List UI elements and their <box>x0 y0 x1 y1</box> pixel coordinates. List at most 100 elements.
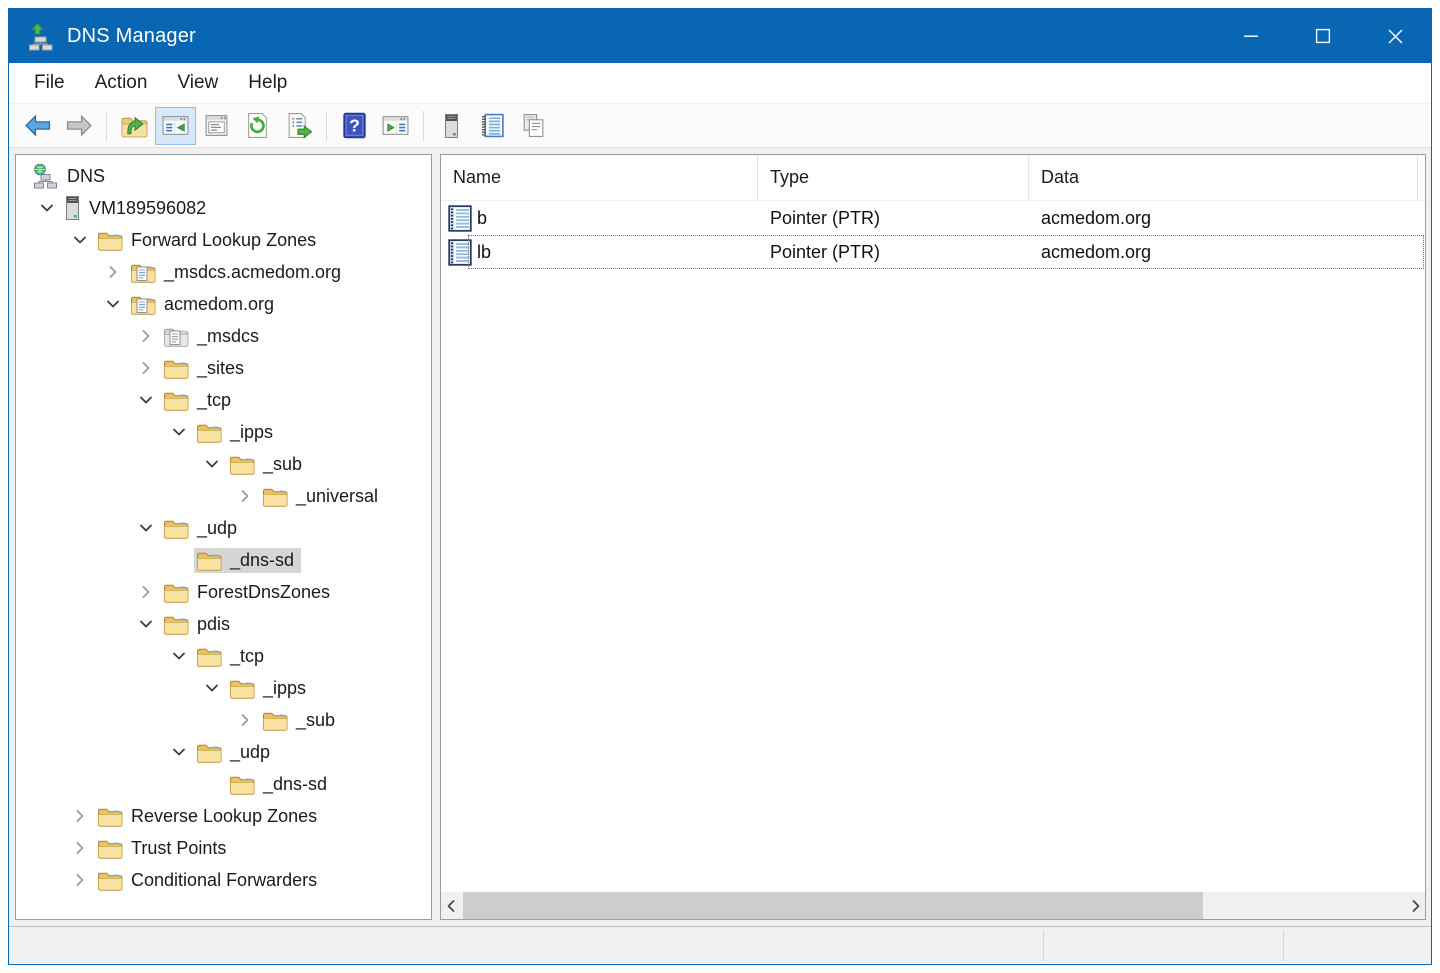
tree-item--dns-sd[interactable]: _dns-sd <box>16 544 431 576</box>
horizontal-scrollbar[interactable] <box>441 892 1425 919</box>
tree-node[interactable]: Conditional Forwarders <box>95 868 324 893</box>
tree-node[interactable]: _msdcs <box>161 324 266 349</box>
record-row-lb[interactable]: lbPointer (PTR)acmedom.org <box>441 235 1425 269</box>
chevron-down-icon[interactable] <box>164 742 194 762</box>
chevron-right-icon[interactable] <box>65 870 95 890</box>
chevron-down-icon[interactable] <box>131 518 161 538</box>
tree-node[interactable]: _ipps <box>194 420 280 445</box>
forward-arrow-button[interactable] <box>58 107 99 145</box>
tree-node[interactable]: DNS <box>30 161 112 192</box>
chevron-down-icon[interactable] <box>164 422 194 442</box>
tree-node[interactable]: _udp <box>161 516 244 541</box>
records-list-pane: Name TypeData bPointer (PTR)acmedom.org l… <box>440 154 1426 920</box>
chevron-right-icon[interactable] <box>131 358 161 378</box>
tree-item--sub[interactable]: _sub <box>16 448 431 480</box>
close-button[interactable] <box>1359 9 1431 63</box>
tree-item--msdcs-acmedom-org[interactable]: _msdcs.acmedom.org <box>16 256 431 288</box>
tree-node-selected[interactable]: _dns-sd <box>194 548 301 573</box>
chevron-down-icon[interactable] <box>65 230 95 250</box>
maximize-button[interactable] <box>1287 9 1359 63</box>
chevron-right-icon[interactable] <box>65 806 95 826</box>
tree-node[interactable]: Forward Lookup Zones <box>95 228 323 253</box>
tree-item--ipps[interactable]: _ipps <box>16 416 431 448</box>
tree-node[interactable]: _tcp <box>194 644 271 669</box>
tree-node[interactable]: Reverse Lookup Zones <box>95 804 324 829</box>
scroll-right-arrow-icon[interactable] <box>1406 892 1425 919</box>
tree-item-vm189596082[interactable]: VM189596082 <box>16 192 431 224</box>
tree-item--sub[interactable]: _sub <box>16 704 431 736</box>
record-data: acmedom.org <box>1041 208 1151 229</box>
menu-file[interactable]: File <box>19 63 80 103</box>
up-one-level-button[interactable] <box>114 107 155 145</box>
chevron-down-icon[interactable] <box>131 390 161 410</box>
tree-node[interactable]: acmedom.org <box>128 292 281 317</box>
tree-node[interactable]: _ipps <box>227 676 313 701</box>
export-list-button[interactable] <box>278 107 319 145</box>
tree-item--udp[interactable]: _udp <box>16 512 431 544</box>
record-row-b[interactable]: bPointer (PTR)acmedom.org <box>441 201 1425 235</box>
column-header-data[interactable]: Data <box>1029 155 1418 200</box>
tree-item--tcp[interactable]: _tcp <box>16 640 431 672</box>
tree-node[interactable]: _sub <box>260 708 342 733</box>
scrollbar-thumb[interactable] <box>463 892 1203 919</box>
scroll-left-arrow-icon[interactable] <box>441 892 460 919</box>
tree-item--dns-sd[interactable]: _dns-sd <box>16 768 431 800</box>
tree-item-label: _msdcs <box>197 326 259 347</box>
menu-view[interactable]: View <box>162 63 233 103</box>
chevron-right-icon[interactable] <box>131 326 161 346</box>
tree-node[interactable]: VM189596082 <box>62 193 213 223</box>
tree-node[interactable]: Trust Points <box>95 836 233 861</box>
properties-button[interactable] <box>196 107 237 145</box>
tree-item-forward-lookup-zones[interactable]: Forward Lookup Zones <box>16 224 431 256</box>
show-hide-console-tree-button[interactable] <box>155 107 196 145</box>
chevron-down-icon[interactable] <box>98 294 128 314</box>
record-name: lb <box>477 242 491 263</box>
show-hide-action-pane-button[interactable] <box>375 107 416 145</box>
tree-item--sites[interactable]: _sites <box>16 352 431 384</box>
minimize-button[interactable] <box>1215 9 1287 63</box>
tree-node[interactable]: _universal <box>260 484 385 509</box>
column-header-name[interactable]: Name <box>441 155 758 200</box>
tree-item--tcp[interactable]: _tcp <box>16 384 431 416</box>
svg-text:?: ? <box>349 116 360 136</box>
tree-node[interactable]: _msdcs.acmedom.org <box>128 260 348 285</box>
tree-item-conditional-forwarders[interactable]: Conditional Forwarders <box>16 864 431 896</box>
back-arrow-button[interactable] <box>17 107 58 145</box>
tree-node[interactable]: ForestDnsZones <box>161 580 337 605</box>
column-header-type[interactable]: Type <box>758 155 1029 200</box>
chevron-down-icon[interactable] <box>197 454 227 474</box>
tree-item-forestdnszones[interactable]: ForestDnsZones <box>16 576 431 608</box>
copy-pages-button[interactable] <box>513 107 554 145</box>
tree-node[interactable]: _dns-sd <box>227 772 334 797</box>
tree-item-acmedom-org[interactable]: acmedom.org <box>16 288 431 320</box>
tree-node[interactable]: _sites <box>161 356 251 381</box>
chevron-right-icon[interactable] <box>131 582 161 602</box>
chevron-down-icon[interactable] <box>131 614 161 634</box>
chevron-down-icon[interactable] <box>197 678 227 698</box>
tree-item-dns[interactable]: DNS <box>16 160 431 192</box>
tree-item--msdcs[interactable]: _msdcs <box>16 320 431 352</box>
tree-node[interactable]: _tcp <box>161 388 238 413</box>
tree-node[interactable]: _udp <box>194 740 277 765</box>
tree-item-pdis[interactable]: pdis <box>16 608 431 640</box>
menu-action[interactable]: Action <box>80 63 163 103</box>
refresh-button[interactable] <box>237 107 278 145</box>
menu-help[interactable]: Help <box>233 63 302 103</box>
tree-item--udp[interactable]: _udp <box>16 736 431 768</box>
tree-node[interactable]: _sub <box>227 452 309 477</box>
chevron-down-icon[interactable] <box>164 646 194 666</box>
chevron-right-icon[interactable] <box>230 710 260 730</box>
help-button[interactable]: ? <box>334 107 375 145</box>
chevron-right-icon[interactable] <box>98 262 128 282</box>
chevron-down-icon[interactable] <box>32 198 62 218</box>
tree-item--ipps[interactable]: _ipps <box>16 672 431 704</box>
chevron-right-icon[interactable] <box>65 838 95 858</box>
server-button[interactable] <box>431 107 472 145</box>
column-header-label: Name <box>453 167 501 188</box>
tree-item-trust-points[interactable]: Trust Points <box>16 832 431 864</box>
tree-item-reverse-lookup-zones[interactable]: Reverse Lookup Zones <box>16 800 431 832</box>
chevron-right-icon[interactable] <box>230 486 260 506</box>
notebook-list-button[interactable] <box>472 107 513 145</box>
tree-node[interactable]: pdis <box>161 612 237 637</box>
tree-item--universal[interactable]: _universal <box>16 480 431 512</box>
